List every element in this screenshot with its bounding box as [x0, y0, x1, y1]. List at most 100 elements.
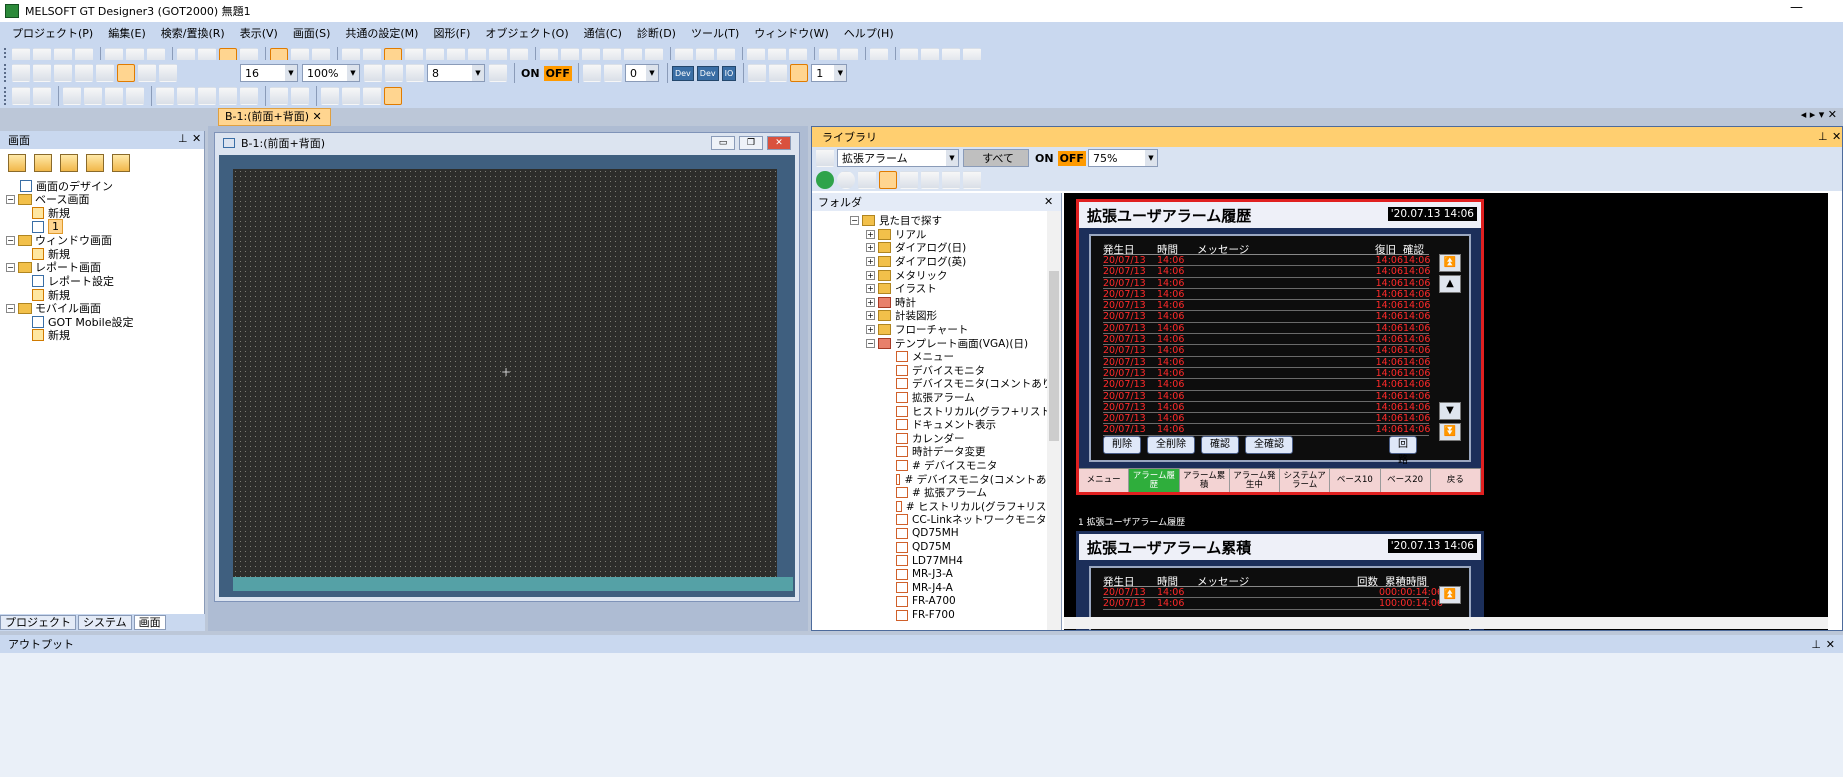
alarm-row[interactable]: 20/07/13 14:06 1 00:00:14:06: [1103, 598, 1443, 610]
expand-icon[interactable]: +: [866, 243, 875, 253]
library-tree-item[interactable]: + ダイアログ(英): [812, 255, 1061, 269]
page-up-icon[interactable]: ⏫: [1439, 586, 1461, 604]
collapse-icon[interactable]: −: [866, 338, 875, 348]
collapse-icon[interactable]: −: [6, 194, 15, 204]
screen-property-icon[interactable]: [60, 154, 78, 172]
library-tree-item[interactable]: 拡張アラーム: [812, 391, 1061, 405]
screen-canvas[interactable]: +: [233, 169, 777, 577]
insert-object-icon[interactable]: [12, 64, 30, 82]
library-off-toggle[interactable]: OFF: [1057, 150, 1086, 166]
library-tree-item[interactable]: ヒストリカル(グラフ+リスト): [812, 404, 1061, 418]
grid-style-icon[interactable]: [489, 64, 507, 82]
layer-back-icon[interactable]: [769, 64, 788, 82]
nav-button[interactable]: アラーム累積: [1180, 469, 1230, 492]
back-icon[interactable]: [75, 64, 93, 82]
expand-icon[interactable]: +: [866, 270, 875, 280]
close-button[interactable]: ✕: [767, 136, 791, 150]
nav-button[interactable]: メニュー: [1079, 469, 1130, 492]
tab-project[interactable]: プロジェクト: [0, 615, 76, 630]
library-tree-item[interactable]: # デバイスモニタ: [812, 459, 1061, 473]
fit-icon[interactable]: [406, 64, 424, 82]
layer-combo[interactable]: 1 ▼: [811, 64, 848, 82]
zoom-in-icon[interactable]: [364, 64, 382, 82]
group-objects-icon[interactable]: [63, 87, 81, 105]
collapse-icon[interactable]: −: [850, 216, 859, 226]
template-alarm-accumulated[interactable]: 拡張ユーザアラーム累積 '20.07.13 14:06 発生日 時間 メッセージ…: [1076, 531, 1484, 630]
library-tree-item[interactable]: − 見た目で探す: [812, 214, 1061, 228]
forward-icon[interactable]: [96, 64, 114, 82]
library-tree-item[interactable]: + リアル: [812, 228, 1061, 242]
io-button[interactable]: IO: [721, 65, 737, 81]
expand-icon[interactable]: +: [866, 325, 875, 335]
alarm-row[interactable]: 20/07/13 14:06 14:06 14:06: [1103, 300, 1430, 312]
rotate-right-icon[interactable]: [240, 87, 258, 105]
tab-screen[interactable]: 画面: [133, 615, 166, 630]
tree-item[interactable]: − ウィンドウ画面: [6, 233, 204, 247]
alarm-row[interactable]: 20/07/13 14:06 14:06 14:06: [1103, 323, 1430, 335]
layer-front-icon[interactable]: [748, 64, 767, 82]
template-alarm-history[interactable]: 拡張ユーザアラーム履歴 '20.07.13 14:06 発生日 時間 メッセージ…: [1076, 199, 1484, 495]
flip-h-icon[interactable]: [177, 87, 195, 105]
menu-item[interactable]: 検索/置換(R): [161, 25, 225, 41]
rotate-icon[interactable]: [156, 87, 174, 105]
library-tree-item[interactable]: メニュー: [812, 350, 1061, 364]
ungroup-objects-icon[interactable]: [84, 87, 102, 105]
alarm-row[interactable]: 20/07/13 14:06 14:06 14:06: [1103, 424, 1430, 436]
tab-base-screen-1[interactable]: B-1:(前面+背面) ✕: [218, 108, 331, 126]
confirm-button[interactable]: 確認: [1201, 436, 1239, 454]
copy-library-icon[interactable]: [900, 171, 918, 189]
off-toggle[interactable]: OFF: [543, 65, 572, 81]
library-tree-item[interactable]: MR-J4-A: [812, 581, 1061, 595]
pin-icon[interactable]: ⊥: [178, 132, 188, 145]
library-tree-item[interactable]: MR-J3-A: [812, 567, 1061, 581]
expand-icon[interactable]: +: [866, 284, 875, 294]
screen-list-icon[interactable]: [86, 154, 104, 172]
library-tree-item[interactable]: + ダイアログ(日): [812, 241, 1061, 255]
dev-button[interactable]: Dev: [671, 65, 694, 81]
delete-button[interactable]: 削除: [1103, 436, 1141, 454]
alarm-row[interactable]: 20/07/13 14:06 14:06 14:06: [1103, 345, 1430, 357]
close-icon[interactable]: ✕: [313, 110, 322, 123]
warning-icon[interactable]: [112, 154, 130, 172]
scrollbar-thumb[interactable]: [1049, 271, 1059, 441]
library-tree-item[interactable]: # デバイスモニタ(コメントあり): [812, 472, 1061, 486]
nav-button[interactable]: システムアラーム: [1280, 469, 1331, 492]
alarm-row[interactable]: 20/07/13 14:06 14:06 14:06: [1103, 311, 1430, 323]
expand-icon[interactable]: +: [866, 257, 875, 267]
tab-system[interactable]: システム: [78, 615, 132, 630]
menu-item[interactable]: ウィンドウ(W): [754, 25, 828, 41]
info-icon[interactable]: [921, 171, 939, 189]
menu-item[interactable]: 画面(S): [293, 25, 331, 41]
page-up-icon[interactable]: ⏫: [1439, 254, 1461, 272]
preview-horizontal-scrollbar[interactable]: [1064, 617, 1828, 629]
chevron-down-icon[interactable]: ▼: [946, 150, 958, 166]
delete-all-button[interactable]: 全削除: [1147, 436, 1195, 454]
collapse-icon[interactable]: −: [6, 262, 15, 272]
align-center-icon[interactable]: [33, 87, 51, 105]
alarm-row[interactable]: 20/07/13 14:06 14:06 14:06: [1103, 266, 1430, 278]
menu-item[interactable]: 共通の設定(M): [345, 25, 418, 41]
library-tree-item[interactable]: # ヒストリカル(グラフ+リスト): [812, 499, 1061, 513]
edit-points-icon[interactable]: [270, 87, 288, 105]
menu-item[interactable]: 通信(C): [584, 25, 622, 41]
library-on-toggle[interactable]: ON: [1035, 152, 1054, 165]
delete-screen-icon[interactable]: [34, 154, 52, 172]
properties-icon[interactable]: [384, 87, 402, 105]
paint-icon[interactable]: [363, 87, 381, 105]
collapse-icon[interactable]: −: [6, 303, 15, 313]
flip-v-icon[interactable]: [198, 87, 216, 105]
arrow-right-icon[interactable]: [603, 64, 622, 82]
library-tree-item[interactable]: FR-F700: [812, 608, 1061, 622]
library-tree-item[interactable]: カレンダー: [812, 432, 1061, 446]
pin-icon[interactable]: ⊥: [1818, 130, 1828, 143]
expand-icon[interactable]: +: [866, 229, 875, 239]
library-tree-item[interactable]: + 計装図形: [812, 309, 1061, 323]
rotate-left-icon[interactable]: [219, 87, 237, 105]
library-zoom-combo[interactable]: 75% ▼: [1087, 149, 1158, 167]
folder-scrollbar[interactable]: [1047, 211, 1061, 630]
alarm-row[interactable]: 20/07/13 14:06 14:06 14:06: [1103, 379, 1430, 391]
collapse-icon[interactable]: −: [6, 235, 15, 245]
alarm-row[interactable]: 20/07/13 14:06 14:06 14:06: [1103, 278, 1430, 289]
arrow-left-icon[interactable]: [582, 64, 601, 82]
library-category-combo[interactable]: 拡張アラーム ▼: [837, 149, 959, 167]
